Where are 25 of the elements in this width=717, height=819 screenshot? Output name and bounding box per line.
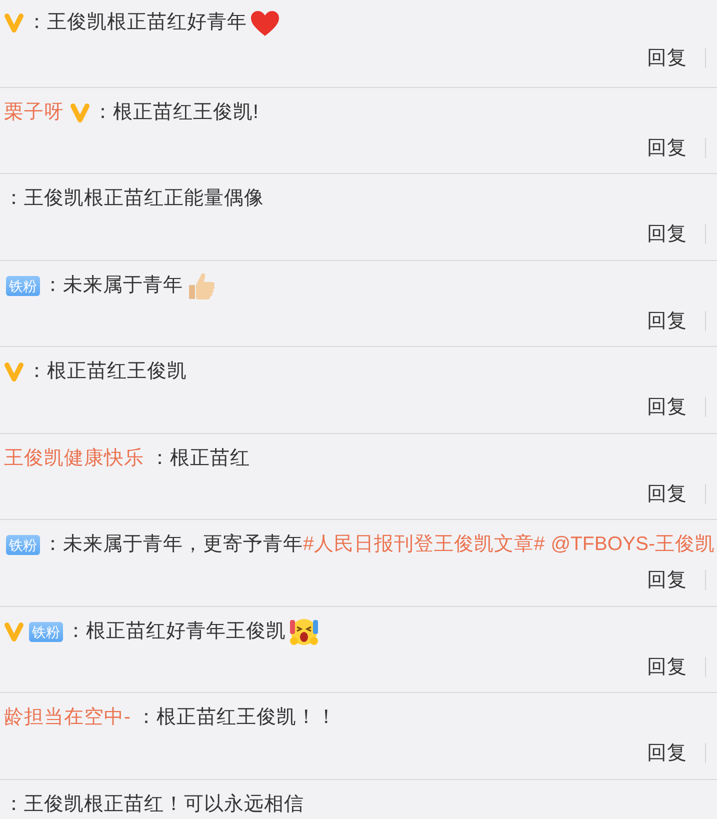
reply-button[interactable]: 回复 — [647, 394, 687, 420]
comment-text: ：根正苗红 — [150, 446, 250, 471]
thumbs-up-emoji-icon — [186, 270, 216, 300]
comment-text: ：根正苗红王俊凯！！ — [136, 705, 336, 730]
reply-button[interactable]: 回复 — [647, 567, 687, 593]
comment-text: ：王俊凯根正苗红好青年 — [27, 10, 247, 36]
screaming-face-emoji-icon — [289, 616, 319, 646]
fan-badge: 铁粉 — [29, 622, 63, 642]
reply-button[interactable]: 回复 — [647, 654, 687, 680]
comment-text: ：根正苗红好青年王俊凯 — [66, 618, 286, 644]
fan-badge: 铁粉 — [6, 276, 40, 296]
reply-button[interactable]: 回复 — [647, 308, 687, 334]
reply-button[interactable]: 回复 — [647, 45, 687, 71]
comment-text: ：根正苗红王俊凯 — [27, 359, 187, 384]
comment-text: ：王俊凯根正苗红正能量偶像 — [4, 186, 264, 212]
comment-text: ：未来属于青年，更寄予青年#人民日报刊登王俊凯文章# @TFBOYS-王俊凯 — [43, 532, 716, 558]
heart-emoji-icon — [250, 10, 280, 36]
comment-text: ：王俊凯根正苗红！可以永远相信 — [4, 792, 304, 817]
fan-badge: 铁粉 — [6, 535, 40, 555]
comment-text: ：未来属于青年 — [43, 272, 183, 298]
reply-button[interactable]: 回复 — [647, 134, 687, 160]
reply-button[interactable]: 回复 — [647, 221, 687, 247]
reply-button[interactable]: 回复 — [647, 740, 687, 766]
comment-text: ：根正苗红王俊凯! — [93, 100, 258, 125]
reply-button[interactable]: 回复 — [647, 480, 687, 506]
